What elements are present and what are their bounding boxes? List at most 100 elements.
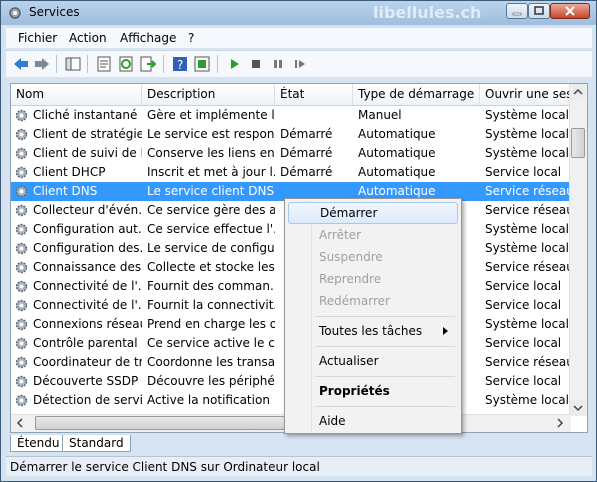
chevron-up-icon — [573, 88, 583, 95]
table-cell: Collecte et stocke les ... — [147, 260, 275, 274]
chevron-down-icon — [573, 405, 583, 412]
menu-item-proprietes[interactable]: Propriétés — [288, 380, 458, 402]
menu-action[interactable]: Action — [69, 31, 107, 45]
chevron-right-icon[interactable] — [553, 416, 567, 430]
tab-standard[interactable]: Standard — [62, 435, 131, 452]
maximize-button[interactable] — [528, 3, 550, 19]
table-cell: Coordonne les transa... — [147, 355, 275, 369]
table-cell: Gère et implémente l... — [147, 108, 275, 122]
table-cell: Client de suivi de l... — [33, 146, 142, 160]
col-description[interactable]: Description — [142, 84, 275, 105]
gear-icon — [15, 356, 28, 369]
table-row[interactable]: Client de suivi de l... Conserve les lien… — [11, 144, 571, 163]
table-cell: Service local — [485, 374, 562, 388]
gear-icon — [15, 318, 28, 331]
tab-etendu[interactable]: Étendu — [10, 435, 67, 452]
table-cell: Système local — [485, 241, 569, 255]
table-cell: Contrôle parental — [33, 336, 138, 350]
menu-fichier[interactable]: Fichier — [18, 31, 57, 45]
table-cell: Fournit la connectivit... — [147, 298, 275, 312]
console-icon[interactable] — [193, 55, 211, 73]
table-cell: Service local — [485, 336, 562, 350]
table-cell: Conserve les liens ent... — [147, 146, 275, 160]
table-cell: Démarré — [280, 165, 333, 179]
menu-item-toutes-les-taches-label: Toutes les tâches — [319, 324, 423, 338]
close-icon — [565, 6, 575, 16]
title-bar[interactable]: Services libellules.ch — [1, 1, 596, 25]
gear-icon — [15, 166, 28, 179]
window-title: Services — [29, 5, 80, 19]
forward-icon[interactable] — [33, 55, 51, 73]
table-cell: Le service de configu... — [147, 241, 275, 255]
menu-help[interactable]: ? — [188, 31, 194, 45]
watermark: libellules.ch — [373, 3, 482, 22]
refresh-icon[interactable] — [117, 55, 135, 73]
table-cell: Découvre les périphé... — [147, 374, 275, 388]
table-cell: Automatique — [358, 127, 436, 141]
vertical-scrollbar[interactable] — [569, 84, 587, 416]
pause-icon[interactable] — [269, 55, 287, 73]
stop-icon[interactable] — [247, 55, 265, 73]
table-cell: Le service est respons... — [147, 127, 275, 141]
chevron-left-icon[interactable] — [13, 416, 27, 430]
menu-item-toutes-les-taches[interactable]: Toutes les tâches — [288, 320, 458, 342]
console-tree-icon[interactable] — [64, 55, 82, 73]
svg-text:?: ? — [177, 58, 183, 72]
horizontal-scroll-thumb[interactable] — [35, 416, 285, 430]
table-cell: Connaissance des ... — [33, 260, 142, 274]
table-row[interactable]: Client DHCP Inscrit et met à jour l... Dém… — [11, 163, 571, 182]
minimize-icon — [512, 12, 522, 16]
menu-bar: Fichier Action Affichage ? — [6, 28, 592, 48]
col-nom[interactable]: Nom — [11, 84, 142, 105]
col-etat[interactable]: État — [275, 84, 353, 105]
minimize-button[interactable] — [506, 3, 528, 19]
gear-icon — [15, 204, 28, 217]
gear-icon — [15, 394, 28, 407]
table-cell: Ce service effectue l'... — [147, 222, 275, 236]
menu-item-reprendre: Reprendre — [319, 272, 382, 286]
table-cell: Coordinateur de tr... — [33, 355, 142, 369]
play-icon[interactable] — [225, 55, 243, 73]
table-cell: Connectivité de l'... — [33, 279, 142, 293]
table-cell: Ce service gère des a... — [147, 203, 275, 217]
gear-icon — [15, 147, 28, 160]
properties-icon[interactable] — [95, 55, 113, 73]
close-button[interactable] — [550, 3, 590, 19]
table-cell: Système local — [485, 393, 569, 407]
table-cell: Automatique — [358, 165, 436, 179]
table-cell: Service local — [485, 165, 562, 179]
scroll-up-button[interactable] — [571, 84, 585, 100]
menu-item-arreter: Arrêter — [319, 228, 362, 242]
vertical-scroll-thumb[interactable] — [571, 128, 585, 158]
table-cell: Système local — [485, 146, 569, 160]
gear-icon — [15, 185, 28, 198]
gear-icon — [15, 337, 28, 350]
menu-item-actualiser[interactable]: Actualiser — [288, 350, 458, 372]
menu-item-aide[interactable]: Aide — [288, 410, 458, 432]
services-icon — [9, 7, 21, 19]
table-row[interactable]: Cliché instantané ... Gère et implémente … — [11, 106, 571, 125]
table-cell: Prend en charge les o... — [147, 317, 275, 331]
menu-item-demarrer[interactable]: Démarrer — [288, 202, 458, 224]
table-cell: Système local — [485, 127, 569, 141]
status-bar: Démarrer le service Client DNS sur Ordin… — [6, 456, 592, 476]
gear-icon — [15, 242, 28, 255]
toolbar: ? — [6, 50, 592, 77]
column-header: Nom Description État Type de démarrage O… — [11, 84, 571, 106]
col-session[interactable]: Ouvrir une sessi — [480, 84, 571, 105]
menu-affichage[interactable]: Affichage — [120, 31, 176, 45]
scroll-down-button[interactable] — [571, 400, 585, 416]
back-icon[interactable] — [12, 55, 30, 73]
table-cell: Ce service active le c... — [147, 336, 275, 350]
table-cell: Fournit des comman... — [147, 279, 275, 293]
table-cell: Service réseau — [485, 203, 571, 217]
table-cell — [275, 106, 353, 125]
table-cell: Client de stratégie... — [33, 127, 142, 141]
gear-icon — [15, 375, 28, 388]
gear-icon — [15, 109, 28, 122]
export-icon[interactable] — [139, 55, 157, 73]
help-icon[interactable]: ? — [171, 55, 189, 73]
col-type-demarrage[interactable]: Type de démarrage — [353, 84, 480, 105]
restart-icon[interactable] — [291, 55, 309, 73]
table-row[interactable]: Client de stratégie... Le service est res… — [11, 125, 571, 144]
